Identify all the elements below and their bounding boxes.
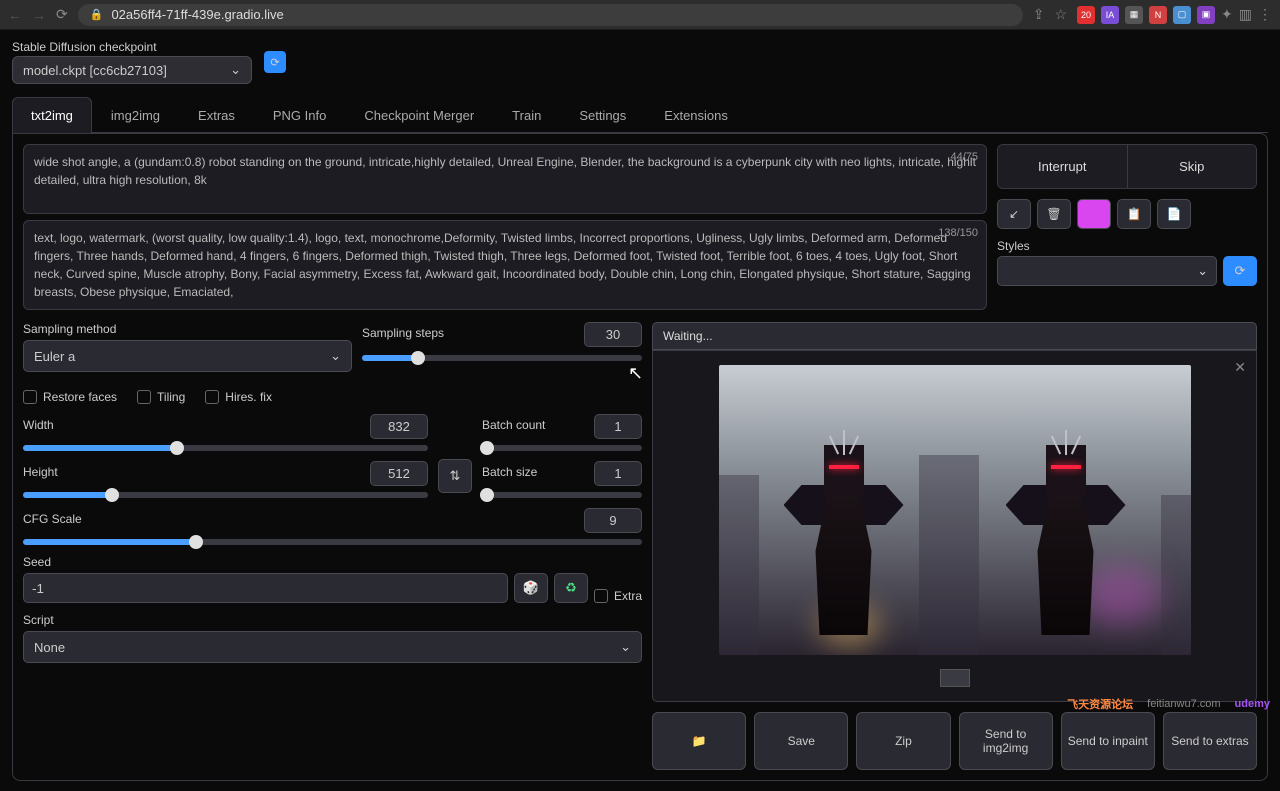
chevron-down-icon: ⌄ [1197, 263, 1208, 279]
main-tabs: txt2img img2img Extras PNG Info Checkpoi… [12, 96, 1268, 133]
tab-txt2img[interactable]: txt2img [12, 97, 92, 133]
zip-button[interactable]: Zip [856, 712, 950, 770]
puzzle-icon[interactable]: ✦ [1221, 6, 1233, 23]
save-button[interactable]: Save [754, 712, 848, 770]
refresh-checkpoint-button[interactable]: ⟳ [264, 51, 286, 73]
seed-random-button[interactable]: 🎲 [514, 573, 548, 603]
chevron-down-icon: ⌄ [330, 348, 341, 364]
width-label: Width [23, 418, 54, 432]
send-img2img-button[interactable]: Send to img2img [959, 712, 1053, 770]
ext-icon-2[interactable]: IA [1101, 6, 1119, 24]
batch-size-label: Batch size [482, 465, 537, 479]
sampling-steps-slider[interactable] [362, 355, 642, 361]
url-text: 02a56ff4-71ff-439e.gradio.live [111, 7, 283, 22]
tab-pnginfo[interactable]: PNG Info [254, 97, 345, 133]
sampling-method-label: Sampling method [23, 322, 352, 336]
trash-button[interactable]: 🗑 [1037, 199, 1071, 229]
height-label: Height [23, 465, 58, 479]
swap-dimensions-button[interactable]: ⇅ [438, 459, 472, 493]
paper-button[interactable]: 📄 [1157, 199, 1191, 229]
back-icon[interactable]: ← [8, 7, 22, 23]
pink-button[interactable] [1077, 199, 1111, 229]
clipboard-button[interactable]: 📋 [1117, 199, 1151, 229]
styles-select[interactable]: ⌄ [997, 256, 1217, 286]
ext-icon-3[interactable]: ▦ [1125, 6, 1143, 24]
width-slider[interactable] [23, 445, 428, 451]
batch-count-slider[interactable] [482, 445, 642, 451]
negative-prompt-input[interactable]: 138/150 text, logo, watermark, (worst qu… [23, 220, 987, 310]
ext-icon-5[interactable]: ▢ [1173, 6, 1191, 24]
tab-settings[interactable]: Settings [560, 97, 645, 133]
checkpoint-select[interactable]: model.ckpt [cc6cb27103] ⌄ [12, 56, 252, 84]
prompt-input[interactable]: 44/75 wide shot angle, a (gundam:0.8) ro… [23, 144, 987, 214]
watermark: 飞天资源论坛 feitianwu7.com udemy [1067, 696, 1270, 712]
arrow-button[interactable]: ↙ [997, 199, 1031, 229]
interrupt-button[interactable]: Interrupt [998, 145, 1128, 188]
close-icon[interactable]: ✕ [1234, 359, 1246, 376]
output-status: Waiting... [652, 322, 1257, 350]
neg-prompt-token-count: 138/150 [938, 225, 978, 242]
tab-extensions[interactable]: Extensions [645, 97, 747, 133]
sampling-method-select[interactable]: Euler a ⌄ [23, 340, 352, 372]
send-inpaint-button[interactable]: Send to inpaint [1061, 712, 1155, 770]
seed-input[interactable] [23, 573, 508, 603]
seed-extra-checkbox[interactable]: Extra [594, 589, 642, 603]
cfg-scale-value[interactable]: 9 [584, 508, 642, 533]
width-value[interactable]: 832 [370, 414, 428, 439]
send-extras-button[interactable]: Send to extras [1163, 712, 1257, 770]
tab-extras[interactable]: Extras [179, 97, 254, 133]
batch-count-label: Batch count [482, 418, 545, 432]
thumbnail[interactable] [940, 669, 970, 687]
ext-icon-1[interactable]: 20 [1077, 6, 1095, 24]
prompt-token-count: 44/75 [950, 149, 978, 166]
restore-faces-checkbox[interactable]: Restore faces [23, 390, 117, 404]
styles-apply-button[interactable]: ⟳ [1223, 256, 1257, 286]
tab-img2img[interactable]: img2img [92, 97, 179, 133]
sampling-steps-label: Sampling steps [362, 326, 444, 340]
ext-icon-6[interactable]: ▣ [1197, 6, 1215, 24]
styles-label: Styles [997, 239, 1217, 253]
chevron-down-icon: ⌄ [620, 639, 631, 655]
output-gallery: ✕ [652, 350, 1257, 702]
script-label: Script [23, 613, 642, 627]
batch-size-value[interactable]: 1 [594, 461, 642, 486]
share-icon[interactable]: ⇪ [1033, 6, 1045, 23]
script-select[interactable]: None ⌄ [23, 631, 642, 663]
extension-icons: 20 IA ▦ N ▢ ▣ ✦ ▥ ⋮ [1077, 6, 1272, 24]
chevron-down-icon: ⌄ [230, 62, 241, 78]
browser-chrome: ← → ⟳ 🔒 02a56ff4-71ff-439e.gradio.live ⇪… [0, 0, 1280, 30]
height-slider[interactable] [23, 492, 428, 498]
batch-count-value[interactable]: 1 [594, 414, 642, 439]
reload-icon[interactable]: ⟳ [56, 6, 68, 23]
forward-icon[interactable]: → [32, 7, 46, 23]
panel-icon[interactable]: ▥ [1239, 6, 1252, 23]
cfg-scale-label: CFG Scale [23, 512, 82, 526]
menu-icon[interactable]: ⋮ [1258, 6, 1272, 23]
seed-label: Seed [23, 555, 642, 569]
height-value[interactable]: 512 [370, 461, 428, 486]
lock-icon: 🔒 [90, 8, 104, 21]
hires-fix-checkbox[interactable]: Hires. fix [205, 390, 272, 404]
tab-checkpoint-merger[interactable]: Checkpoint Merger [345, 97, 493, 133]
tab-train[interactable]: Train [493, 97, 560, 133]
ext-icon-4[interactable]: N [1149, 6, 1167, 24]
sampling-steps-value[interactable]: 30 [584, 322, 642, 347]
open-folder-button[interactable]: 📁 [652, 712, 746, 770]
seed-recycle-button[interactable]: ♻ [554, 573, 588, 603]
cfg-scale-slider[interactable] [23, 539, 642, 545]
checkpoint-label: Stable Diffusion checkpoint [12, 40, 252, 54]
skip-button[interactable]: Skip [1128, 145, 1257, 188]
batch-size-slider[interactable] [482, 492, 642, 498]
preview-image[interactable] [719, 365, 1191, 655]
url-bar[interactable]: 🔒 02a56ff4-71ff-439e.gradio.live [78, 4, 1023, 26]
star-icon[interactable]: ☆ [1054, 6, 1067, 23]
tiling-checkbox[interactable]: Tiling [137, 390, 185, 404]
